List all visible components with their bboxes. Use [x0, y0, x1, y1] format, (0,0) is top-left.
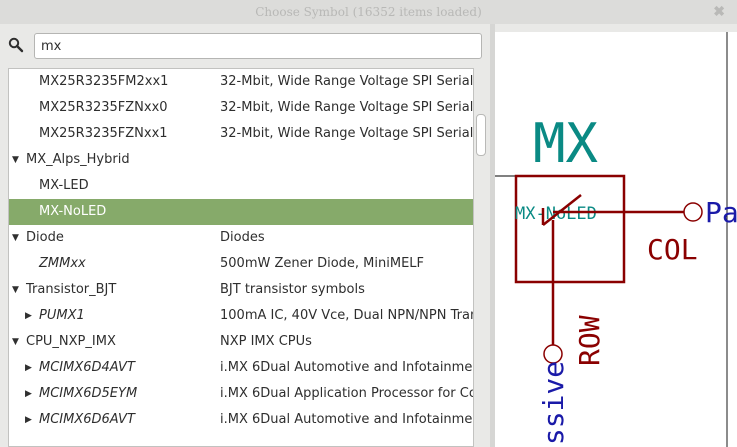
row-pin-type-text: assive	[537, 361, 570, 447]
tree-scrollbar[interactable]	[474, 68, 488, 447]
tree-row[interactable]: ▶ MCIMX6D5EYM i.MX 6Dual Application Proce…	[9, 381, 474, 407]
tree-row-name: MX-LED	[39, 178, 89, 193]
tree-row-name: Diode	[26, 230, 64, 245]
tree-row[interactable]: ▶ PUMX1 100mA IC, 40V Vce, Dual NPN/NPN Tr…	[9, 303, 474, 329]
col-pin-end-circle	[683, 202, 703, 222]
symbol-reference-text: MX	[533, 112, 599, 175]
tree-row-description: 32-Mbit, Wide Range Voltage SPI Serial F…	[220, 74, 474, 89]
search-icon	[8, 37, 24, 53]
tree-row-name: MX-NoLED	[39, 204, 107, 219]
tree-row[interactable]: ▼ MX_Alps_Hybrid	[9, 147, 473, 173]
tree-row[interactable]: MX25R3235FZNxx0 32-Mbit, Wide Range Volta…	[9, 95, 474, 121]
tree-row-name: CPU_NXP_IMX	[26, 334, 116, 349]
symbol-body-rect	[514, 174, 626, 284]
tree-row-description: 32-Mbit, Wide Range Voltage SPI Serial F…	[220, 100, 474, 115]
col-pin-type-text: Pa	[705, 196, 737, 229]
window-titlebar: Choose Symbol (16352 items loaded) ✖	[0, 0, 737, 24]
tree-row-name: PUMX1	[39, 308, 85, 323]
search-input[interactable]	[35, 34, 471, 58]
col-pin-name-text: COL	[647, 233, 698, 266]
tree-scrollbar-thumb[interactable]	[476, 114, 486, 156]
tree-row[interactable]: ▼ Diode Diodes	[9, 225, 473, 251]
tree-row-description: i.MX 6Dual Automotive and Infotainment	[220, 360, 474, 375]
tree-row-name: ZMMxx	[39, 256, 86, 271]
tree-row-description: 100mA IC, 40V Vce, Dual NPN/NPN Transis	[220, 308, 474, 323]
tree-row[interactable]: ▼ Transistor_BJT BJT transistor symbols	[9, 277, 473, 303]
tree-row-name: MCIMX6D5EYM	[39, 386, 138, 401]
tree-row-description: NXP IMX CPUs	[220, 334, 312, 349]
tree-row-name: MCIMX6D4AVT	[39, 360, 135, 375]
tree-row[interactable]: MX-NoLED	[9, 199, 473, 225]
tree-row-description: i.MX 6Dual Application Processor for Con	[220, 386, 474, 401]
tree-row[interactable]: MX25R3235FM2xx1 32-Mbit, Wide Range Volta…	[9, 69, 474, 95]
symbol-browser-panel: MX25R3235FM2xx1 32-Mbit, Wide Range Volta…	[0, 24, 490, 447]
tree-row[interactable]: ZMMxx 500mW Zener Diode, MiniMELF	[9, 251, 473, 277]
expand-down-icon[interactable]: ▼	[12, 277, 19, 303]
symbol-preview-canvas: MX MX-NoLED Pa COL ROW assive	[495, 32, 737, 447]
expand-right-icon[interactable]: ▶	[25, 381, 32, 407]
expand-down-icon[interactable]: ▼	[12, 225, 19, 251]
expand-down-icon[interactable]: ▼	[12, 147, 19, 173]
close-icon[interactable]: ✖	[713, 0, 725, 24]
tree-row[interactable]: MX25R3235FZNxx1 32-Mbit, Wide Range Volta…	[9, 121, 474, 147]
expand-right-icon[interactable]: ▶	[25, 407, 32, 433]
symbol-preview: MX MX-NoLED Pa COL ROW assive	[495, 32, 737, 447]
row-pin-end-circle	[543, 344, 563, 364]
tree-row-name: MCIMX6D6AVT	[39, 412, 135, 427]
tree-row-description: 500mW Zener Diode, MiniMELF	[220, 256, 425, 271]
tree-row-description: i.MX 6Dual Automotive and Infotainment	[220, 412, 474, 427]
expand-right-icon[interactable]: ▶	[25, 303, 32, 329]
tree-row-name: Transistor_BJT	[26, 282, 117, 297]
tree-row-name: MX25R3235FM2xx1	[39, 74, 169, 89]
tree-row[interactable]: MX-LED	[9, 173, 473, 199]
tree-row-description: Diodes	[220, 230, 265, 245]
tree-row[interactable]: ▶ MCIMX6D4AVT i.MX 6Dual Automotive and In…	[9, 355, 474, 381]
row-pin-name-text: ROW	[573, 315, 606, 366]
tree-row-name: MX25R3235FZNxx1	[39, 126, 168, 141]
tree-row-description: 32-Mbit, Wide Range Voltage SPI Serial F…	[220, 126, 474, 141]
window-title: Choose Symbol (16352 items loaded)	[255, 5, 482, 19]
symbol-tree[interactable]: MX25R3235FM2xx1 32-Mbit, Wide Range Volta…	[8, 68, 474, 447]
expand-right-icon[interactable]: ▶	[25, 355, 32, 381]
search-field[interactable]	[34, 33, 482, 59]
tree-row-name: MX_Alps_Hybrid	[26, 152, 130, 167]
tree-row[interactable]: ▼ CPU_NXP_IMX NXP IMX CPUs	[9, 329, 473, 355]
tree-row[interactable]: ▶ MCIMX6D6AVT i.MX 6Dual Automotive and In…	[9, 407, 474, 433]
expand-down-icon[interactable]: ▼	[12, 329, 19, 355]
tree-row-name: MX25R3235FZNxx0	[39, 100, 168, 115]
tree-row-description: BJT transistor symbols	[220, 282, 365, 297]
